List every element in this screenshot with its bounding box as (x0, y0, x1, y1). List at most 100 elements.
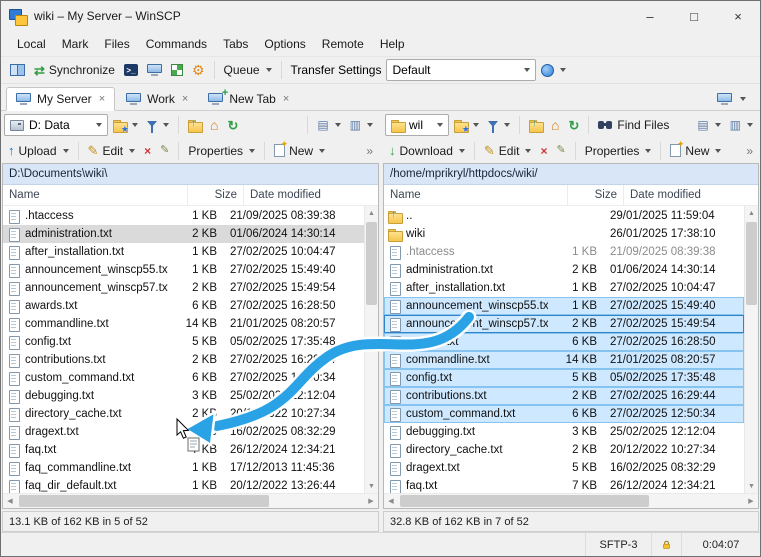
file-row[interactable]: after_installation.txt1 KB27/02/2025 10:… (3, 243, 364, 261)
file-row[interactable]: administration.txt2 KB01/06/2024 14:30:1… (384, 261, 744, 279)
local-drive-combo[interactable]: D: Data (4, 114, 108, 136)
local-filter-button[interactable] (143, 113, 173, 137)
remote-horizontal-scrollbar[interactable]: ◀ ▶ (384, 493, 758, 508)
local-bookmarks-button[interactable]: ★ (109, 113, 142, 137)
close-button[interactable]: × (716, 1, 760, 31)
remote-home-button[interactable]: ⌂ (547, 113, 563, 137)
menu-item-mark[interactable]: Mark (54, 34, 97, 54)
scroll-right-icon[interactable]: ▶ (744, 497, 758, 505)
scrollbar-thumb[interactable] (746, 222, 757, 305)
file-row[interactable]: announcement_winscp55.txt1 KB27/02/2025 … (384, 297, 744, 315)
remote-parent-directory-button[interactable]: ↑ (525, 113, 546, 137)
file-row[interactable]: directory_cache.txt2 KB20/12/2022 10:27:… (3, 405, 364, 423)
file-row[interactable]: config.txt5 KB05/02/2025 17:35:48 (384, 369, 744, 387)
remote-edit-button[interactable]: ✎ Edit (480, 139, 536, 163)
download-button[interactable]: ↓ Download (385, 139, 469, 163)
close-icon[interactable]: × (99, 93, 105, 105)
scroll-left-icon[interactable]: ◀ (3, 497, 17, 505)
remote-rename-button[interactable]: ✎ (552, 139, 569, 163)
file-row[interactable]: directory_cache.txt2 KB20/12/2022 10:27:… (384, 441, 744, 459)
menu-item-tabs[interactable]: Tabs (215, 34, 256, 54)
close-icon[interactable]: × (283, 93, 289, 105)
local-path-bar[interactable]: D:\Documents\wiki\ (3, 164, 378, 185)
commander-layout-button[interactable] (6, 58, 29, 82)
tab-work[interactable]: Work × (117, 87, 197, 111)
column-header-date-modified[interactable]: Date modified (244, 185, 378, 205)
file-row[interactable]: awards.txt6 KB27/02/2025 16:28:50 (384, 333, 744, 351)
local-new-button[interactable]: New (270, 139, 329, 163)
remote-more-commands-button[interactable]: » (742, 139, 757, 163)
synchronize-button[interactable]: ⇄ Synchronize (30, 58, 119, 82)
file-row[interactable]: commandline.txt14 KB21/01/2025 08:20:57 (384, 351, 744, 369)
scroll-down-icon[interactable]: ▼ (745, 479, 758, 493)
minimize-button[interactable]: – (628, 1, 672, 31)
scroll-up-icon[interactable]: ▲ (745, 206, 758, 220)
close-icon[interactable]: × (182, 93, 188, 105)
local-horizontal-scrollbar[interactable]: ◀ ▶ (3, 493, 378, 508)
file-row[interactable]: contributions.txt2 KB27/02/2025 16:29:44 (384, 387, 744, 405)
encryption-indicator[interactable] (652, 533, 682, 556)
column-header-size[interactable]: Size (188, 185, 244, 205)
upload-button[interactable]: ↑ Upload (4, 139, 73, 163)
local-properties-button[interactable]: Properties (184, 139, 259, 163)
file-row[interactable]: dragext.txt5 KB16/02/2025 08:32:29 (384, 459, 744, 477)
local-delete-button[interactable]: × (140, 139, 155, 163)
file-row[interactable]: wiki26/01/2025 17:38:10 (384, 225, 744, 243)
file-row[interactable]: announcement_winscp55.txt1 KB27/02/2025 … (3, 261, 364, 279)
file-row[interactable]: dragext.txt5 KB16/02/2025 08:32:29 (3, 423, 364, 441)
scroll-down-icon[interactable]: ▼ (365, 479, 378, 493)
remote-list-view-button[interactable]: ▥ (726, 113, 757, 137)
file-row[interactable]: awards.txt6 KB27/02/2025 16:28:50 (3, 297, 364, 315)
tab-list-button[interactable] (708, 87, 755, 111)
protocol-indicator[interactable]: SFTP-3 (586, 533, 652, 556)
remote-refresh-button[interactable]: ↻ (564, 113, 583, 137)
file-row[interactable]: custom_command.txt6 KB27/02/2025 12:50:3… (3, 369, 364, 387)
scrollbar-thumb[interactable] (19, 495, 269, 507)
remote-new-button[interactable]: New (666, 139, 725, 163)
column-header-size[interactable]: Size (568, 185, 624, 205)
local-home-button[interactable]: ⌂ (206, 113, 222, 137)
file-row[interactable]: contributions.txt2 KB27/02/2025 16:29:44 (3, 351, 364, 369)
file-row[interactable]: faq.txt7 KB26/12/2024 12:34:21 (384, 477, 744, 493)
file-row[interactable]: .htaccess1 KB21/09/2025 08:39:38 (3, 207, 364, 225)
file-row[interactable]: faq.txt7 KB26/12/2024 12:34:21 (3, 441, 364, 459)
local-parent-directory-button[interactable]: ↑ (184, 113, 205, 137)
local-vertical-scrollbar[interactable]: ▲ ▼ (364, 206, 378, 493)
remote-vertical-scrollbar[interactable]: ▲ ▼ (744, 206, 758, 493)
file-row[interactable]: config.txt5 KB05/02/2025 17:35:48 (3, 333, 364, 351)
file-row[interactable]: announcement_winscp57.txt2 KB27/02/2025 … (384, 315, 744, 333)
local-rename-button[interactable]: ✎ (156, 139, 173, 163)
file-row[interactable]: ↑..29/01/2025 11:59:04 (384, 207, 744, 225)
file-row[interactable]: administration.txt2 KB01/06/2024 14:30:1… (3, 225, 364, 243)
local-edit-button[interactable]: ✎ Edit (84, 139, 140, 163)
menu-item-local[interactable]: Local (9, 34, 54, 54)
new-session-button[interactable] (143, 58, 166, 82)
remote-bookmarks-button[interactable]: ★ (450, 113, 483, 137)
find-files-button[interactable]: Find Files (594, 113, 673, 137)
menu-item-files[interactable]: Files (96, 34, 137, 54)
file-row[interactable]: debugging.txt3 KB25/02/2025 12:12:04 (384, 423, 744, 441)
remote-properties-button[interactable]: Properties (581, 139, 656, 163)
file-row[interactable]: after_installation.txt1 KB27/02/2025 10:… (384, 279, 744, 297)
remote-filter-button[interactable] (484, 113, 514, 137)
scrollbar-thumb[interactable] (366, 222, 377, 305)
synchronize-browsing-button[interactable] (167, 58, 187, 82)
scroll-up-icon[interactable]: ▲ (365, 206, 378, 220)
remote-directory-combo[interactable]: wil (385, 114, 449, 136)
preferences-button[interactable]: ⚙ (188, 58, 209, 82)
remote-tree-view-button[interactable]: ▤ (693, 113, 724, 137)
tab-my-server[interactable]: My Server × (6, 87, 115, 111)
file-row[interactable]: announcement_winscp57.txt2 KB27/02/2025 … (3, 279, 364, 297)
local-list-view-button[interactable]: ▥ (346, 113, 377, 137)
maximize-button[interactable]: □ (672, 1, 716, 31)
menu-item-options[interactable]: Options (256, 34, 313, 54)
menu-item-commands[interactable]: Commands (138, 34, 215, 54)
menu-item-help[interactable]: Help (372, 34, 413, 54)
column-header-date-modified[interactable]: Date modified (624, 185, 758, 205)
queue-button[interactable]: Queue (220, 58, 276, 82)
file-row[interactable]: custom_command.txt6 KB27/02/2025 12:50:3… (384, 405, 744, 423)
scrollbar-thumb[interactable] (400, 495, 649, 507)
local-tree-view-button[interactable]: ▤ (313, 113, 344, 137)
console-button[interactable]: >_ (120, 58, 142, 82)
file-row[interactable]: faq_commandline.txt1 KB17/12/2013 11:45:… (3, 459, 364, 477)
